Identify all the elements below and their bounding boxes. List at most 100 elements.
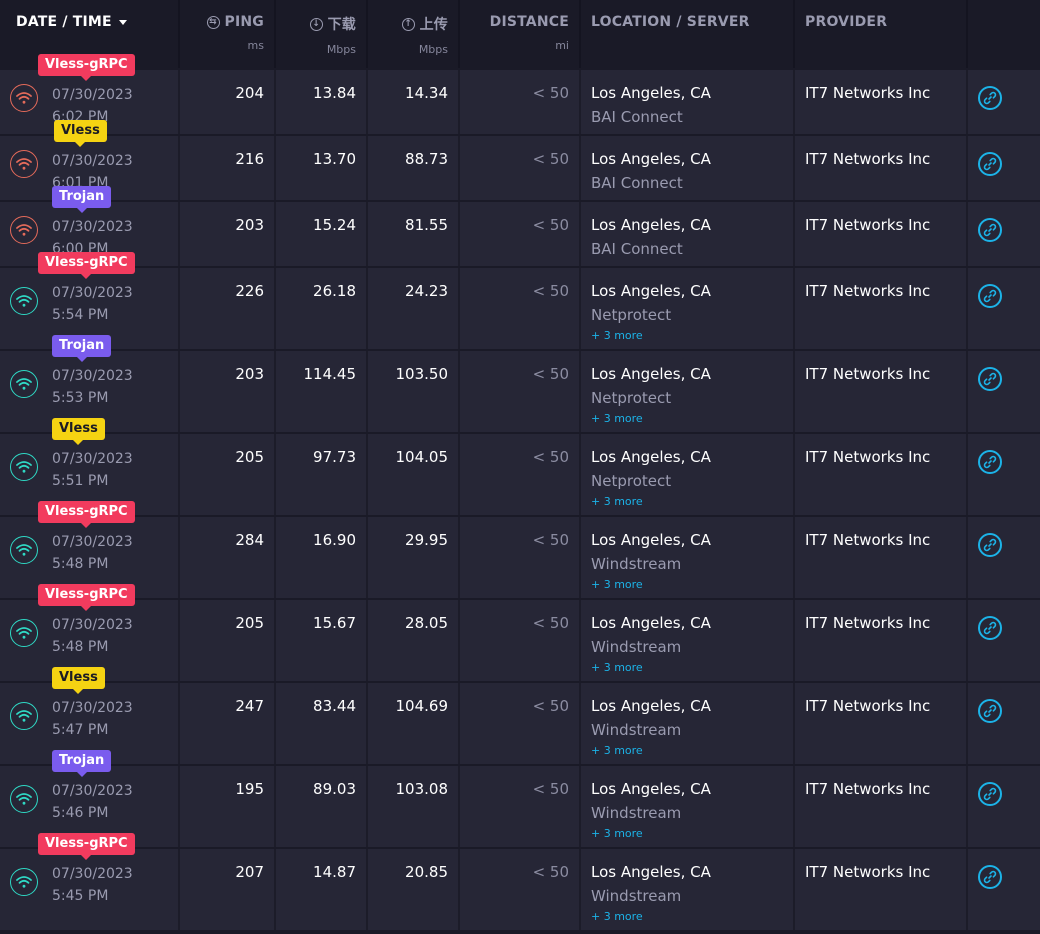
location-city: Los Angeles, CA xyxy=(591,614,711,632)
location-header[interactable]: LOCATION / SERVER xyxy=(581,0,795,68)
test-date: 07/30/2023 xyxy=(52,219,133,235)
upload-label: 上传 xyxy=(419,17,448,33)
ping-value: 203 xyxy=(180,351,276,432)
provider-value: IT7 Networks Inc xyxy=(795,70,968,134)
distance-value: < 50 xyxy=(460,600,581,681)
result-link-icon[interactable] xyxy=(978,218,1002,242)
link-cell xyxy=(968,434,1040,515)
more-servers-link[interactable]: + 3 more xyxy=(591,827,783,840)
ping-value: 195 xyxy=(180,766,276,847)
ping-value: 205 xyxy=(180,434,276,515)
test-date: 07/30/2023 xyxy=(52,153,133,169)
link-header xyxy=(968,0,1040,68)
download-unit: Mbps xyxy=(326,43,356,56)
upload-value: 20.85 xyxy=(368,849,460,930)
table-row[interactable]: Vless-gRPC 07/30/2023 5:54 PM 226 26.18 … xyxy=(0,252,1040,349)
distance-header[interactable]: DISTANCE mi xyxy=(460,0,581,68)
result-link-icon[interactable] xyxy=(978,533,1002,557)
link-cell xyxy=(968,202,1040,266)
distance-value: < 50 xyxy=(460,517,581,598)
server-name: Windstream xyxy=(591,887,682,905)
upload-value: 88.73 xyxy=(368,136,460,200)
test-time: 5:45 PM xyxy=(52,888,109,904)
table-row[interactable]: Vless-gRPC 07/30/2023 6:02 PM 204 13.84 … xyxy=(0,54,1040,134)
link-cell xyxy=(968,600,1040,681)
table-row[interactable]: Trojan 07/30/2023 5:53 PM 203 114.45 103… xyxy=(0,335,1040,432)
distance-value: < 50 xyxy=(460,136,581,200)
result-link-icon[interactable] xyxy=(978,865,1002,889)
distance-value: < 50 xyxy=(460,351,581,432)
upload-header[interactable]: ↑ 上传 Mbps xyxy=(368,0,460,68)
test-time: 5:51 PM xyxy=(52,473,109,489)
date-time-label: DATE / TIME xyxy=(16,14,112,30)
provider-header[interactable]: PROVIDER xyxy=(795,0,968,68)
table-row[interactable]: Trojan 07/30/2023 5:46 PM 195 89.03 103.… xyxy=(0,750,1040,847)
upload-value: 103.08 xyxy=(368,766,460,847)
ping-header[interactable]: ⇆ PING ms xyxy=(180,0,276,68)
more-servers-link[interactable]: + 3 more xyxy=(591,412,783,425)
ping-label: PING xyxy=(224,14,264,30)
link-cell xyxy=(968,849,1040,930)
upload-value: 81.55 xyxy=(368,202,460,266)
link-cell xyxy=(968,683,1040,764)
download-value: 14.87 xyxy=(276,849,368,930)
location-cell: Los Angeles, CA Windstream + 3 more xyxy=(581,849,795,930)
distance-value: < 50 xyxy=(460,268,581,349)
protocol-badge: Vless-gRPC xyxy=(38,54,135,81)
wifi-icon xyxy=(10,536,38,564)
link-cell xyxy=(968,136,1040,200)
result-link-icon[interactable] xyxy=(978,782,1002,806)
result-link-icon[interactable] xyxy=(978,450,1002,474)
protocol-badge: Vless-gRPC xyxy=(38,833,135,860)
download-label: 下载 xyxy=(327,17,356,33)
ping-value: 204 xyxy=(180,70,276,134)
table-row[interactable]: Vless-gRPC 07/30/2023 5:45 PM 207 14.87 … xyxy=(0,833,1040,930)
upload-value: 28.05 xyxy=(368,600,460,681)
result-link-icon[interactable] xyxy=(978,86,1002,110)
table-row[interactable]: Vless-gRPC 07/30/2023 5:48 PM 284 16.90 … xyxy=(0,501,1040,598)
server-name: Netprotect xyxy=(591,306,672,324)
location-city: Los Angeles, CA xyxy=(591,780,711,798)
result-link-icon[interactable] xyxy=(978,699,1002,723)
location-city: Los Angeles, CA xyxy=(591,448,711,466)
upload-value: 24.23 xyxy=(368,268,460,349)
location-cell: Los Angeles, CA Windstream + 3 more xyxy=(581,517,795,598)
protocol-badge: Vless xyxy=(52,418,105,445)
table-row[interactable]: Vless 07/30/2023 5:51 PM 205 97.73 104.0… xyxy=(0,418,1040,515)
upload-value: 104.05 xyxy=(368,434,460,515)
table-row[interactable]: Trojan 07/30/2023 6:00 PM 203 15.24 81.5… xyxy=(0,186,1040,266)
table-row[interactable]: Vless-gRPC 07/30/2023 5:48 PM 205 15.67 … xyxy=(0,584,1040,681)
upload-value: 103.50 xyxy=(368,351,460,432)
ping-value: 203 xyxy=(180,202,276,266)
distance-value: < 50 xyxy=(460,766,581,847)
provider-value: IT7 Networks Inc xyxy=(795,849,968,930)
more-servers-link[interactable]: + 3 more xyxy=(591,329,783,342)
download-value: 15.67 xyxy=(276,600,368,681)
upload-unit: Mbps xyxy=(418,43,448,56)
more-servers-link[interactable]: + 3 more xyxy=(591,910,783,923)
more-servers-link[interactable]: + 3 more xyxy=(591,744,783,757)
download-header[interactable]: ↓ 下载 Mbps xyxy=(276,0,368,68)
distance-value: < 50 xyxy=(460,849,581,930)
more-servers-link[interactable]: + 3 more xyxy=(591,495,783,508)
location-cell: Los Angeles, CA BAI Connect xyxy=(581,70,795,134)
result-link-icon[interactable] xyxy=(978,152,1002,176)
more-servers-link[interactable]: + 3 more xyxy=(591,578,783,591)
distance-value: < 50 xyxy=(460,202,581,266)
more-servers-link[interactable]: + 3 more xyxy=(591,661,783,674)
location-cell: Los Angeles, CA Netprotect + 3 more xyxy=(581,434,795,515)
wifi-icon xyxy=(10,785,38,813)
table-row[interactable]: Vless 07/30/2023 5:47 PM 247 83.44 104.6… xyxy=(0,667,1040,764)
result-link-icon[interactable] xyxy=(978,284,1002,308)
result-link-icon[interactable] xyxy=(978,367,1002,391)
result-link-icon[interactable] xyxy=(978,616,1002,640)
server-name: Windstream xyxy=(591,638,682,656)
provider-value: IT7 Networks Inc xyxy=(795,202,968,266)
ping-unit: ms xyxy=(247,39,264,52)
protocol-badge: Vless-gRPC xyxy=(38,501,135,528)
location-cell: Los Angeles, CA BAI Connect xyxy=(581,136,795,200)
test-time: 5:47 PM xyxy=(52,722,109,738)
test-time: 5:46 PM xyxy=(52,805,109,821)
table-row[interactable]: Vless 07/30/2023 6:01 PM 216 13.70 88.73… xyxy=(0,120,1040,200)
location-cell: Los Angeles, CA Windstream + 3 more xyxy=(581,766,795,847)
